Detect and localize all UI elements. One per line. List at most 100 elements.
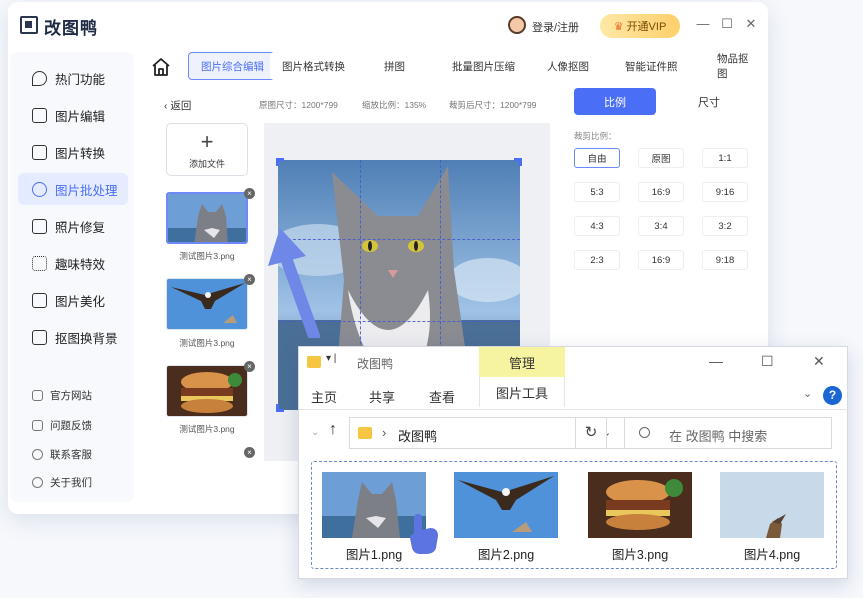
ratio-option[interactable]: 9:18 <box>702 250 748 270</box>
chevron-down-icon[interactable]: ⌄ <box>803 387 812 400</box>
tab-id-photo[interactable]: 智能证件照 <box>613 52 690 80</box>
ratio-option[interactable]: 16:9 <box>638 250 684 270</box>
remove-file-icon[interactable]: × <box>244 447 255 458</box>
home-icon[interactable] <box>151 57 171 77</box>
search-placeholder: 在 改图鸭 中搜索 <box>669 429 768 444</box>
ratio-tab[interactable]: 比例 <box>574 88 656 115</box>
ratio-option[interactable]: 3:4 <box>638 216 684 236</box>
convert-icon <box>32 144 47 160</box>
ratio-option[interactable]: 2:3 <box>574 250 620 270</box>
close-icon[interactable]: ✕ <box>744 16 758 32</box>
user-avatar-icon[interactable] <box>508 16 526 34</box>
sidebar-item-hot[interactable]: 热门功能 <box>18 62 128 94</box>
file-thumbnail-eagle[interactable] <box>166 278 248 330</box>
drag-arrow-icon <box>268 228 320 338</box>
crop-handle[interactable] <box>276 404 284 412</box>
chevron-right-icon[interactable]: › <box>382 425 386 440</box>
ratio-option[interactable]: 9:16 <box>702 182 748 202</box>
sidebar-item-cutout[interactable]: 抠图换背景 <box>18 321 128 353</box>
ratio-option[interactable]: 16:9 <box>638 182 684 202</box>
sidebar-item-image-edit[interactable]: 图片编辑 <box>18 99 128 131</box>
crown-icon: ♛ <box>613 20 624 33</box>
back-button[interactable]: ‹ 返回 <box>164 98 191 113</box>
crop-handle[interactable] <box>514 158 522 166</box>
file-name: 图片4.png <box>743 548 801 562</box>
ratio-option[interactable]: 4:3 <box>574 216 620 236</box>
ratio-option[interactable]: 5:3 <box>574 182 620 202</box>
remove-file-icon[interactable]: × <box>244 361 255 372</box>
minimize-icon[interactable]: — <box>696 16 710 32</box>
open-vip-button[interactable]: ♛ 开通VIP <box>600 14 680 38</box>
file-label: 测试图片3.png <box>179 251 235 261</box>
file-thumbnail-cat[interactable] <box>166 192 248 244</box>
ribbon-tab-picture-tools[interactable]: 图片工具 <box>479 377 565 407</box>
remove-file-icon[interactable]: × <box>244 274 255 285</box>
sidebar-link-feedback[interactable]: 问题反馈 <box>32 418 92 433</box>
help-icon[interactable]: ? <box>823 386 842 405</box>
ratio-option-free[interactable]: 自由 <box>574 148 620 168</box>
ratio-option[interactable]: 3:2 <box>702 216 748 236</box>
sidebar-item-repair[interactable]: 照片修复 <box>18 210 128 242</box>
login-register-link[interactable]: 登录/注册 <box>532 19 579 35</box>
file-explorer-window: ▾ | 改图鸭 管理 — ☐ ✕ 主页 共享 查看 图片工具 ⌄ ? ⌄ ↑ ›… <box>298 346 849 579</box>
tab-batch-compress[interactable]: 批量图片压缩 <box>440 52 527 80</box>
sidebar-item-label: 图片美化 <box>55 294 106 309</box>
support-icon <box>32 449 43 460</box>
sidebar-item-beautify[interactable]: 图片美化 <box>18 284 128 316</box>
size-tab[interactable]: 尺寸 <box>668 88 750 115</box>
sidebar-link-label: 官方网站 <box>50 390 92 402</box>
search-input[interactable]: 在 改图鸭 中搜索 <box>624 417 832 449</box>
ribbon-tab-share[interactable]: 共享 <box>369 387 395 406</box>
tab-format-convert[interactable]: 图片格式转换 <box>270 52 357 80</box>
nav-dropdown-icon[interactable]: ⌄ <box>311 427 319 438</box>
feedback-icon <box>32 420 43 431</box>
ratio-option[interactable]: 1:1 <box>702 148 748 168</box>
file-item-3[interactable]: 图片3.png <box>588 472 692 563</box>
file-list[interactable]: 图片1.png 图片2.png 图片3.png 图片4.png <box>311 461 837 569</box>
beautify-icon <box>32 292 47 308</box>
refresh-button[interactable]: ↻ <box>575 417 607 449</box>
sidebar-item-label: 热门功能 <box>55 72 106 87</box>
file-label: 测试图片3.png <box>179 338 235 348</box>
sidebar-item-label: 照片修复 <box>55 220 106 235</box>
file-item-4[interactable]: 图片4.png <box>720 472 824 563</box>
back-label: 返回 <box>170 100 192 112</box>
file-thumbnail <box>588 472 692 538</box>
file-name: 图片2.png <box>477 548 535 562</box>
close-icon[interactable]: ✕ <box>813 353 825 370</box>
original-size-text: 原图尺寸：1200*799 <box>259 100 338 110</box>
minimize-icon[interactable]: — <box>709 353 723 369</box>
sidebar-item-label: 图片批处理 <box>55 183 118 198</box>
remove-file-icon[interactable]: × <box>244 188 255 199</box>
sidebar-link-about[interactable]: 关于我们 <box>32 475 92 490</box>
website-icon <box>32 390 43 401</box>
ribbon-tab-home[interactable]: 主页 <box>311 387 337 406</box>
sidebar: 热门功能 图片编辑 图片转换 图片批处理 照片修复 趣味特效 图片美化 抠图换背… <box>10 52 134 502</box>
add-file-button[interactable]: + 添加文件 <box>166 123 248 176</box>
folder-icon <box>307 356 321 368</box>
maximize-icon[interactable]: ☐ <box>720 16 734 32</box>
file-item-2[interactable]: 图片2.png <box>454 472 558 563</box>
tab-portrait-cutout[interactable]: 人像抠图 <box>535 52 601 80</box>
tab-collage[interactable]: 拼图 <box>372 52 417 80</box>
app-logo-icon <box>20 16 38 34</box>
effect-icon <box>32 255 47 271</box>
up-arrow-icon[interactable]: ↑ <box>329 421 337 439</box>
sidebar-item-image-convert[interactable]: 图片转换 <box>18 136 128 168</box>
ratio-option-original[interactable]: 原图 <box>638 148 684 168</box>
manage-tab[interactable]: 管理 <box>479 347 565 377</box>
crop-handle[interactable] <box>276 158 284 166</box>
file-thumbnail-burger[interactable] <box>166 365 248 417</box>
tab-comprehensive-edit[interactable]: 图片综合编辑 <box>188 52 277 80</box>
ribbon-tab-view[interactable]: 查看 <box>429 387 455 406</box>
sidebar-item-effects[interactable]: 趣味特效 <box>18 247 128 279</box>
sidebar-item-batch[interactable]: 图片批处理 <box>18 173 128 205</box>
cropped-size-text: 裁剪后尺寸：1200*799 <box>449 100 537 110</box>
sidebar-link-website[interactable]: 官方网站 <box>32 388 92 403</box>
batch-icon <box>32 181 47 197</box>
tab-object-cutout[interactable]: 物品抠图 <box>705 52 768 80</box>
sidebar-item-label: 图片编辑 <box>55 109 106 124</box>
maximize-icon[interactable]: ☐ <box>761 353 774 370</box>
quick-access-dropdown-icon[interactable]: ▾ | <box>326 353 336 364</box>
sidebar-link-support[interactable]: 联系客服 <box>32 447 92 462</box>
